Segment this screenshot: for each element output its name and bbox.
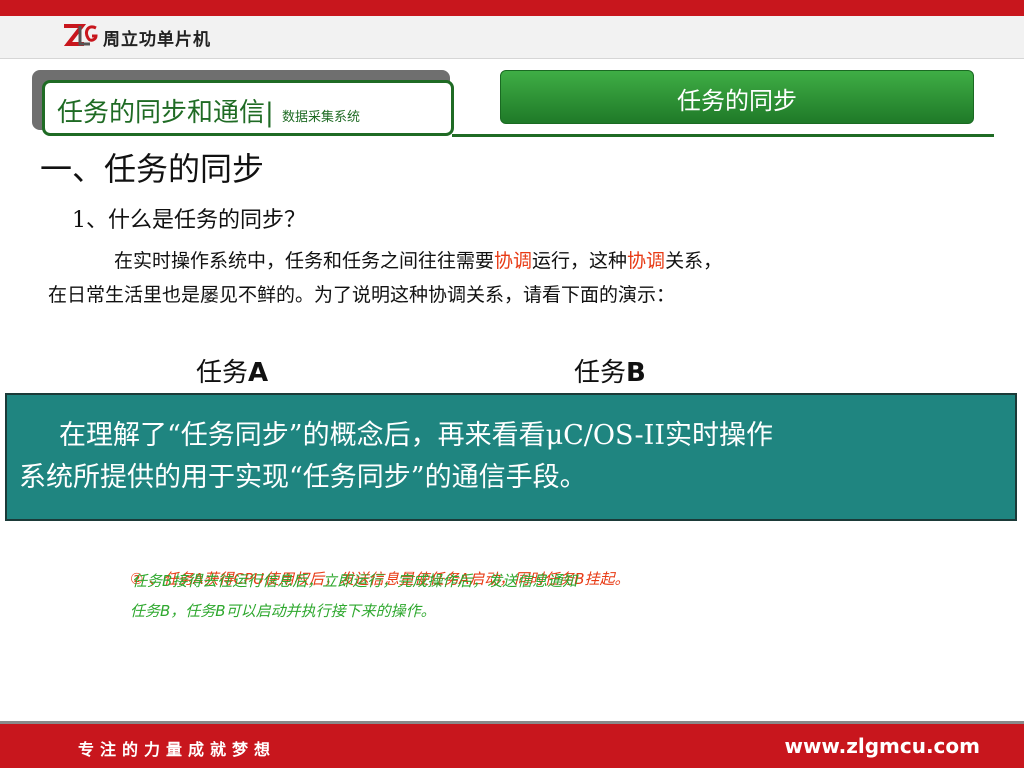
footer-bar: 专注的力量成就梦想 www.zlgmcu.com: [0, 724, 1024, 768]
title-box: 任务的同步和通信| 数据采集系统: [42, 80, 454, 136]
section-bar-label: 任务的同步: [677, 87, 797, 115]
slide-title: 任务的同步和通信| 数据采集系统: [57, 98, 361, 128]
heading-1: 一、任务的同步: [40, 150, 265, 188]
slide-subtitle: 数据采集系统: [282, 110, 361, 125]
callout-text: 在理解了“任务同步”的概念后，再来看看μC/OS-II实时操作 系统所提供的用于…: [19, 420, 773, 493]
divider-rule: [452, 134, 994, 137]
header-bar: 周立功单片机: [0, 16, 1024, 59]
footer-url[interactable]: www.zlgmcu.com: [784, 734, 980, 758]
logo-text: 周立功单片机: [103, 30, 211, 50]
intro-paragraph: 在实时操作系统中，任务和任务之间往往需要协调运行，这种协调关系， 在日常生活里也…: [48, 250, 723, 306]
task-b-label: 任务B: [574, 358, 646, 388]
task-a-label: 任务A: [196, 358, 269, 388]
zlg-logo-icon: [63, 24, 98, 46]
animation-note-green-2: 任务B，任务B可以启动并执行接下来的操作。: [130, 602, 436, 620]
footer-slogan: 专注的力量成就梦想: [78, 740, 277, 759]
animation-note-green: 任务B接得去往运行信息后，立即运行，完成操作后，发送信息通知: [132, 572, 578, 590]
section-bar: 任务的同步: [500, 70, 974, 124]
callout-box: 在理解了“任务同步”的概念后，再来看看μC/OS-II实时操作 系统所提供的用于…: [5, 393, 1017, 521]
heading-2: 1、什么是任务的同步？: [72, 208, 306, 233]
top-red-bar: [0, 0, 1024, 16]
